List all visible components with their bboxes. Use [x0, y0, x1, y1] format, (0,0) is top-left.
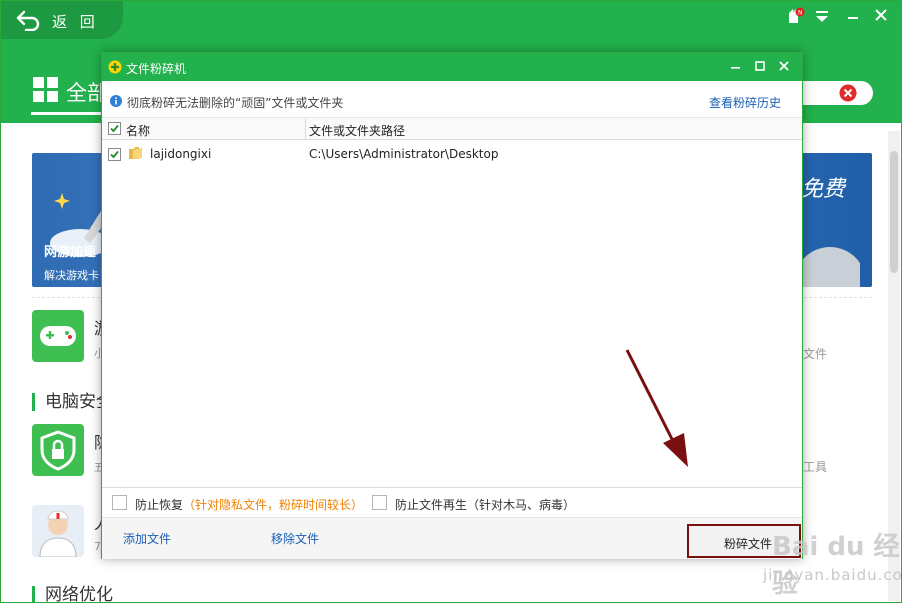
back-label: 返 回 [52, 13, 99, 31]
gamepad-icon[interactable] [32, 310, 84, 362]
close-icon[interactable] [774, 57, 794, 77]
search-input[interactable] [791, 81, 873, 105]
prevent-recovery-checkbox[interactable] [112, 495, 127, 510]
back-button[interactable]: 返 回 [1, 1, 123, 39]
maximize-icon[interactable] [750, 57, 770, 77]
column-divider[interactable] [305, 118, 306, 139]
clear-search-icon[interactable] [839, 84, 857, 102]
tool-desc: 7 [94, 540, 101, 553]
file-table-header: 名称 文件或文件夹路径 [102, 118, 802, 140]
minimize-icon[interactable] [726, 57, 746, 77]
checkmark-icon [110, 150, 119, 159]
menu-icon[interactable] [812, 7, 832, 25]
apps-grid-icon [33, 77, 58, 102]
view-history-link[interactable]: 查看粉碎历史 [709, 94, 781, 111]
dialog-titlebar[interactable]: 文件粉碎机 [102, 53, 802, 81]
tool-right-desc: 工具 [803, 460, 828, 474]
folder-icon [129, 147, 142, 159]
watermark-url: jingyan.baidu.com [763, 566, 902, 584]
dialog-bottom-bar: 添加文件 移除文件 粉碎文件 [102, 517, 802, 559]
info-row: 彻底粉碎无法删除的“顽固”文件或文件夹 查看粉碎历史 [102, 81, 802, 118]
shredder-app-icon [108, 60, 122, 74]
info-text: 彻底粉碎无法删除的“顽固”文件或文件夹 [127, 96, 344, 110]
row-checkbox[interactable] [108, 148, 121, 161]
dialog-title: 文件粉碎机 [126, 62, 187, 76]
doctor-avatar-icon[interactable] [32, 505, 84, 557]
shred-file-label: 粉碎文件 [724, 537, 773, 551]
prevent-recovery-label[interactable]: 防止恢复（针对隐私文件，粉碎时间较长） [135, 496, 363, 513]
banner-subtitle: 解决游戏卡 [44, 269, 99, 282]
column-header-path[interactable]: 文件或文件夹路径 [309, 122, 405, 139]
scrollbar-thumb[interactable] [890, 151, 898, 273]
prevent-regen-label[interactable]: 防止文件再生（针对木马、病毒） [395, 496, 575, 513]
skin-icon[interactable]: N [785, 7, 805, 25]
section-title-network: 网络优化 [32, 586, 113, 602]
svg-text:N: N [798, 10, 803, 17]
watermark-logo: Bai du 经验 [772, 532, 900, 599]
banner-title: 网游加速 [44, 245, 97, 260]
add-file-button[interactable]: 添加文件 [123, 530, 171, 547]
title-underline [31, 112, 111, 115]
remove-file-button[interactable]: 移除文件 [271, 530, 319, 547]
file-shredder-dialog: 文件粉碎机 彻底粉碎无法删除的“顽固”文件或文件夹 查看粉碎历史 名称 文件或文… [101, 52, 803, 559]
checkmark-icon [110, 124, 119, 133]
tool-right-desc: 文件 [803, 347, 828, 361]
table-row[interactable]: lajidongixi C:\Users\Administrator\Deskt… [102, 142, 802, 166]
back-arrow-icon [16, 10, 40, 31]
file-path: C:\Users\Administrator\Desktop [309, 147, 499, 161]
close-icon[interactable] [871, 7, 891, 25]
banner-free-badge: 免费 [801, 177, 846, 202]
privacy-shield-icon[interactable] [32, 424, 84, 476]
options-bar: 防止恢复（针对隐私文件，粉碎时间较长） 防止文件再生（针对木马、病毒） [102, 487, 802, 518]
select-all-checkbox[interactable] [108, 122, 121, 135]
prevent-regen-checkbox[interactable] [372, 495, 387, 510]
annotation-arrow-icon [625, 349, 688, 467]
minimize-icon[interactable] [843, 7, 863, 25]
file-name: lajidongixi [150, 147, 212, 161]
column-header-name[interactable]: 名称 [126, 122, 150, 139]
info-icon [110, 95, 122, 107]
